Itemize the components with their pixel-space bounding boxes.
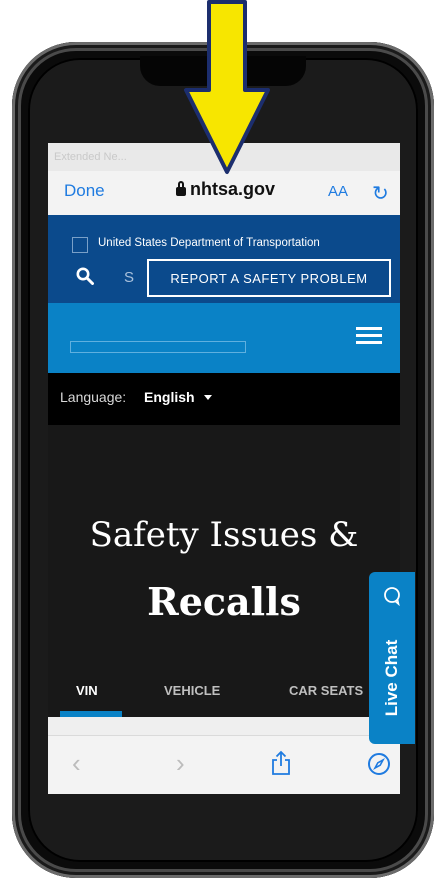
live-chat-label: Live Chat xyxy=(382,639,401,717)
gov-banner-text: United States Department of Transportati… xyxy=(98,237,320,249)
search-input[interactable]: S xyxy=(124,269,134,286)
language-label: Language: xyxy=(60,389,127,405)
phone-screen: Extended Ne... Done nhtsa.gov AA ↻ Unite… xyxy=(48,143,400,794)
chevron-down-icon[interactable] xyxy=(204,395,212,400)
safari-toolbar: ‹ › xyxy=(48,735,400,794)
page-title-line1: Safety Issues & xyxy=(89,515,359,555)
site-logo[interactable] xyxy=(70,341,246,353)
flag-icon xyxy=(72,237,88,253)
back-button[interactable]: ‹ xyxy=(72,748,81,779)
reader-aa-button[interactable]: AA xyxy=(328,183,348,200)
page-title-line2: Recalls xyxy=(147,579,301,624)
tab-vehicle[interactable]: VEHICLE xyxy=(164,683,220,698)
carrier-label: Extended Ne... xyxy=(54,151,127,163)
share-icon[interactable] xyxy=(270,750,292,776)
menu-icon[interactable] xyxy=(356,327,382,345)
live-chat-button[interactable]: Live Chat xyxy=(369,572,415,744)
gov-banner: United States Department of Transportati… xyxy=(48,215,400,303)
safari-address-bar: Done nhtsa.gov AA ↻ xyxy=(48,171,400,215)
site-header xyxy=(48,303,400,373)
lock-icon xyxy=(176,181,186,196)
arrow-icon xyxy=(184,0,270,174)
tab-vin[interactable]: VIN xyxy=(76,683,98,698)
tab-car-seats[interactable]: CAR SEATS xyxy=(289,683,363,698)
language-select[interactable]: English xyxy=(144,389,195,405)
language-bar: Language: English xyxy=(48,373,400,425)
done-button[interactable]: Done xyxy=(64,181,105,201)
url-field[interactable]: nhtsa.gov xyxy=(190,179,275,200)
content-area xyxy=(48,717,400,735)
report-safety-problem-button[interactable]: REPORT A SAFETY PROBLEM xyxy=(147,259,391,297)
chat-icon xyxy=(384,587,400,606)
search-icon[interactable] xyxy=(76,267,94,285)
reload-icon[interactable]: ↻ xyxy=(372,181,389,206)
compass-icon[interactable] xyxy=(367,752,391,776)
hero-section: Safety Issues & Recalls VIN VEHICLE CAR … xyxy=(48,425,400,717)
forward-button[interactable]: › xyxy=(176,748,185,779)
